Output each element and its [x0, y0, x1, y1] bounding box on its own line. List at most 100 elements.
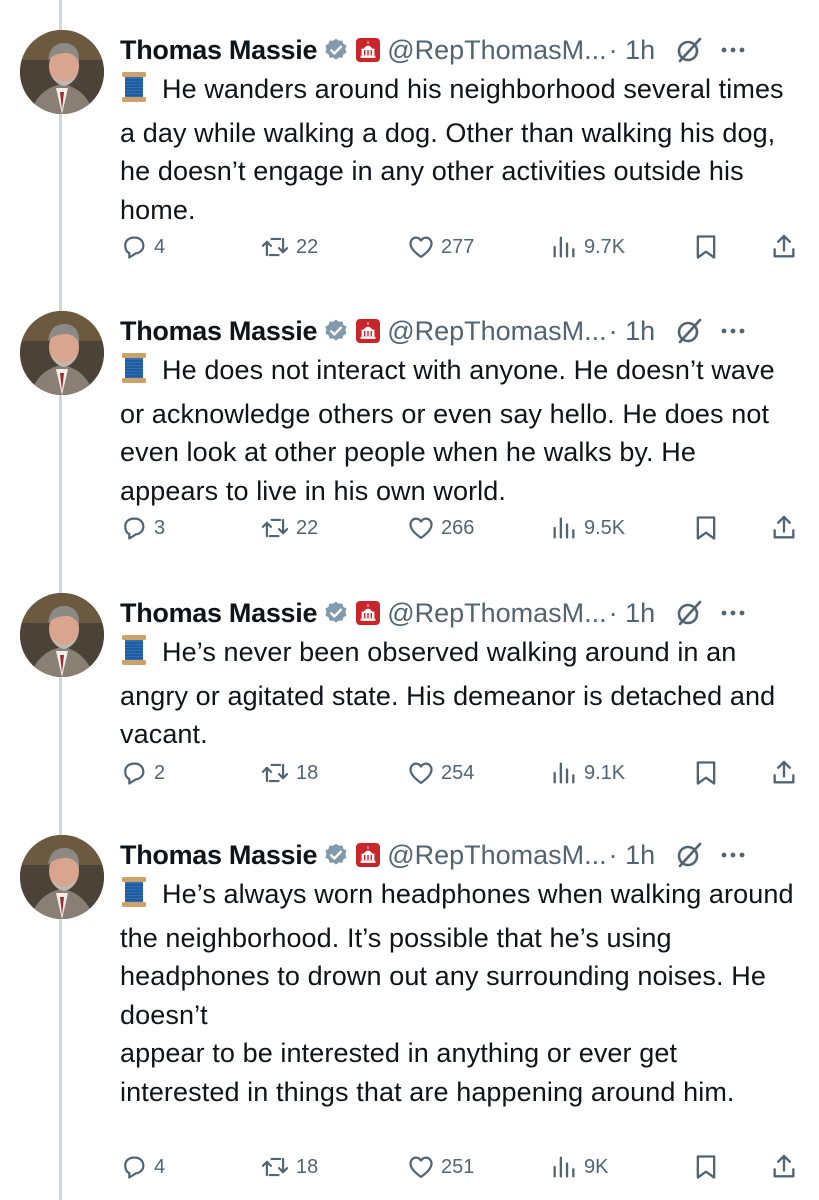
more-icon[interactable] — [721, 46, 745, 54]
more-icon[interactable] — [721, 327, 745, 335]
like-count: 254 — [441, 761, 475, 784]
share-button[interactable] — [770, 758, 798, 788]
more-icon[interactable] — [721, 851, 745, 859]
like-count: 277 — [441, 235, 475, 258]
views-button[interactable]: 9.1K — [550, 758, 625, 788]
reply-icon — [124, 236, 145, 259]
tweet[interactable]: Thomas Massie @RepThomasM... · 1h He’s a… — [0, 831, 819, 1191]
action-bar: 4 18 251 9K — [120, 1152, 810, 1182]
like-button[interactable]: 251 — [407, 1152, 474, 1182]
tweet[interactable]: Thomas Massie @RepThomasM... · 1h He doe… — [0, 307, 819, 547]
tweet-paragraph: He does not interact with anyone. He doe… — [120, 351, 800, 510]
like-button[interactable]: 266 — [407, 513, 474, 543]
views-button[interactable]: 9K — [550, 1152, 608, 1182]
grok-icon[interactable] — [675, 841, 703, 869]
tweet-line: appear to be interested in anything or e… — [120, 1038, 735, 1107]
retweet-icon — [261, 518, 289, 538]
spool-of-thread-icon — [120, 876, 148, 919]
avatar[interactable] — [20, 835, 104, 919]
bookmark-icon — [696, 516, 716, 540]
retweet-button[interactable]: 18 — [260, 758, 318, 788]
tweet-header: Thomas Massie @RepThomasM... · 1h — [120, 311, 809, 351]
bookmark-button[interactable] — [693, 758, 719, 788]
reply-button[interactable]: 2 — [120, 758, 165, 788]
like-button[interactable]: 254 — [407, 758, 474, 788]
timestamp[interactable]: · 1h — [609, 316, 656, 347]
retweet-button[interactable]: 18 — [260, 1152, 318, 1182]
heart-icon — [409, 1156, 433, 1179]
heart-icon — [409, 517, 433, 540]
author-name[interactable]: Thomas Massie — [120, 840, 317, 871]
like-button[interactable]: 277 — [407, 232, 474, 262]
author-name[interactable]: Thomas Massie — [120, 35, 317, 66]
author-handle[interactable]: @RepThomasM... — [387, 316, 606, 347]
bookmark-icon — [696, 761, 716, 785]
verified-badge-icon — [323, 842, 349, 868]
share-icon — [773, 234, 795, 258]
bookmark-button[interactable] — [693, 232, 719, 262]
grok-icon[interactable] — [675, 317, 703, 345]
views-icon — [553, 1156, 575, 1178]
tweet-text: He wanders around his neighborhood sever… — [120, 70, 800, 229]
views-button[interactable]: 9.7K — [550, 232, 625, 262]
retweet-count: 18 — [296, 1155, 319, 1178]
tweet-text: He’s never been observed walking around … — [120, 633, 800, 754]
heart-icon — [409, 762, 433, 785]
retweet-count: 18 — [296, 761, 319, 784]
reply-button[interactable]: 3 — [120, 513, 165, 543]
tweet-text: He’s always worn headphones when walking… — [120, 875, 800, 1111]
reply-button[interactable]: 4 — [120, 232, 165, 262]
views-icon — [553, 236, 575, 258]
bookmark-button[interactable] — [693, 1152, 719, 1182]
author-name[interactable]: Thomas Massie — [120, 598, 317, 629]
views-button[interactable]: 9.5K — [550, 513, 625, 543]
tweet-header: Thomas Massie @RepThomasM... · 1h — [120, 593, 809, 633]
tweet-header: Thomas Massie @RepThomasM... · 1h — [120, 30, 809, 70]
spool-of-thread-icon — [120, 71, 148, 114]
bookmark-button[interactable] — [693, 513, 719, 543]
retweet-icon — [261, 237, 289, 257]
grok-icon[interactable] — [675, 36, 703, 64]
spool-of-thread-icon — [120, 352, 148, 395]
grok-icon[interactable] — [675, 599, 703, 627]
views-icon — [553, 517, 575, 539]
tweet[interactable]: Thomas Massie @RepThomasM... · 1h He’s n… — [0, 589, 819, 789]
like-count: 266 — [441, 516, 475, 539]
share-button[interactable] — [770, 1152, 798, 1182]
more-icon[interactable] — [721, 609, 745, 617]
retweet-icon — [261, 1157, 289, 1177]
share-button[interactable] — [770, 513, 798, 543]
reply-count: 2 — [154, 761, 166, 784]
reply-button[interactable]: 4 — [120, 1152, 165, 1182]
author-name[interactable]: Thomas Massie — [120, 316, 317, 347]
author-handle[interactable]: @RepThomasM... — [387, 598, 606, 629]
reply-icon — [124, 1156, 145, 1179]
author-handle[interactable]: @RepThomasM... — [387, 840, 606, 871]
share-icon — [773, 515, 795, 539]
capitol-affiliation-icon — [355, 37, 381, 63]
timestamp[interactable]: · 1h — [609, 598, 656, 629]
author-handle[interactable]: @RepThomasM... — [387, 35, 606, 66]
views-count: 9.7K — [584, 235, 626, 258]
reply-count: 4 — [154, 235, 166, 258]
avatar[interactable] — [20, 593, 104, 677]
share-button[interactable] — [770, 232, 798, 262]
avatar[interactable] — [20, 311, 104, 395]
avatar[interactable] — [20, 30, 104, 114]
verified-badge-icon — [323, 600, 349, 626]
retweet-button[interactable]: 22 — [260, 232, 318, 262]
action-bar: 4 22 277 9.7K — [120, 232, 810, 262]
retweet-count: 22 — [296, 516, 319, 539]
tweet[interactable]: Thomas Massie @RepThomasM... · 1h He wan… — [0, 26, 819, 266]
reply-count: 3 — [154, 516, 166, 539]
reply-icon — [124, 517, 145, 540]
tweet-line: He’s never been observed walking around … — [120, 637, 776, 749]
views-count: 9.1K — [584, 761, 626, 784]
timestamp[interactable]: · 1h — [609, 840, 656, 871]
heart-icon — [409, 236, 433, 259]
timestamp[interactable]: · 1h — [609, 35, 656, 66]
retweet-button[interactable]: 22 — [260, 513, 318, 543]
share-icon — [773, 760, 795, 784]
retweet-icon — [261, 763, 289, 783]
reply-icon — [124, 762, 145, 785]
